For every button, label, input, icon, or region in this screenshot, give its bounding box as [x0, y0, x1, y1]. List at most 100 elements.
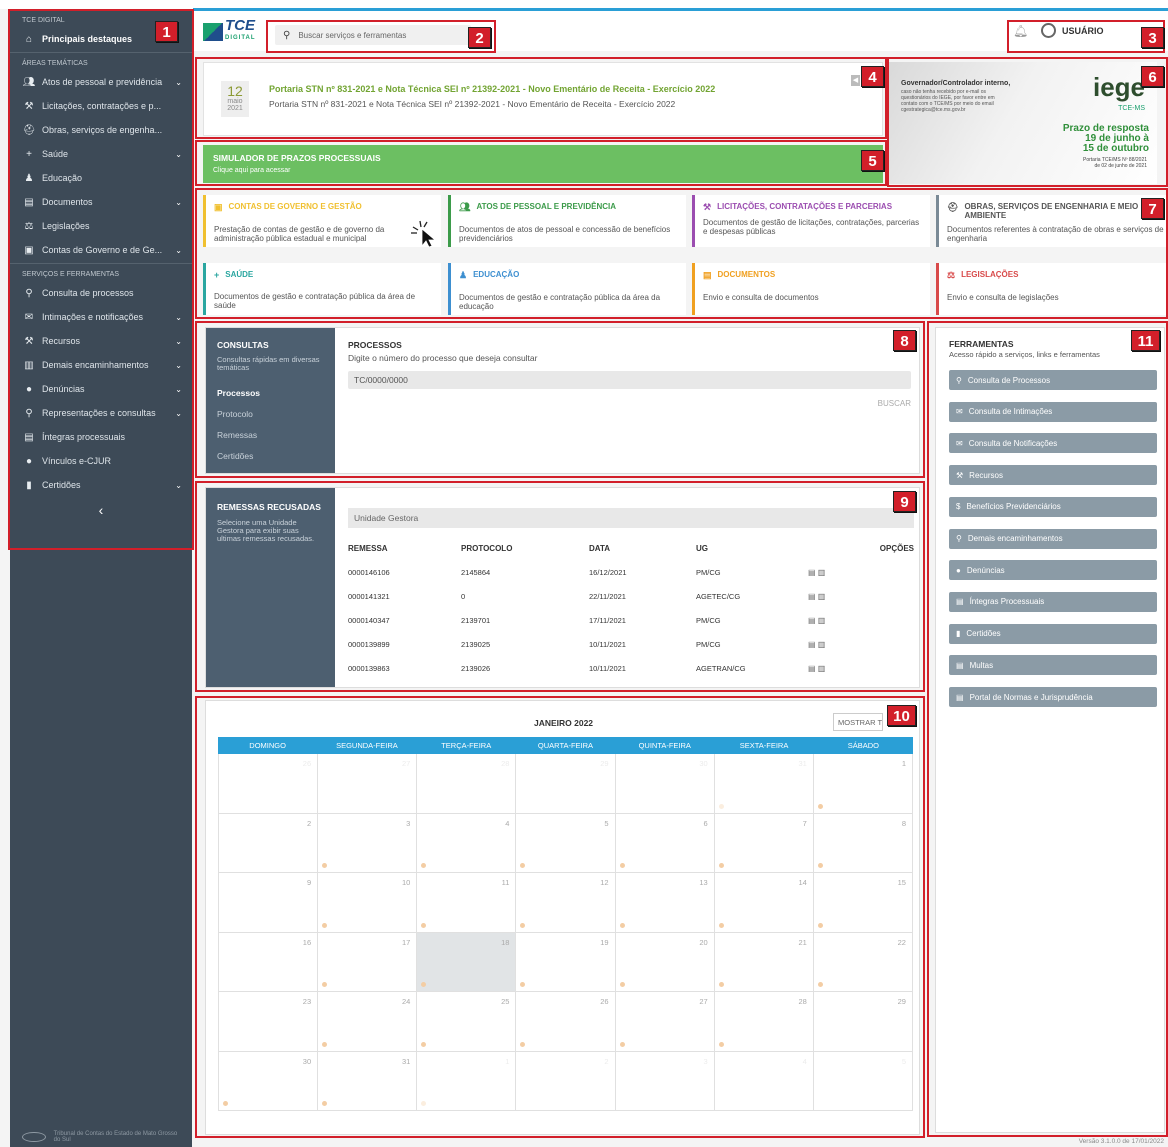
- calendar-day[interactable]: 4: [714, 1051, 814, 1111]
- calendar-day[interactable]: 27: [318, 754, 418, 814]
- calendar-day[interactable]: 23: [219, 992, 319, 1052]
- consultas-link-certidoes[interactable]: Certidões: [217, 451, 324, 461]
- tool-button-5[interactable]: ⚲ Demais encaminhamentos: [949, 528, 1157, 549]
- user-menu[interactable]: USUÁRIO: [1041, 23, 1104, 38]
- calendar-day[interactable]: 25: [417, 992, 517, 1052]
- calendar-day[interactable]: 10: [318, 873, 418, 933]
- copy-document-icon[interactable]: ▥: [818, 568, 826, 577]
- consultas-link-processos[interactable]: Processos: [217, 388, 324, 398]
- calendar-day[interactable]: 24: [318, 992, 418, 1052]
- sidebar-item-service-6[interactable]: ▤ Íntegras processuais: [10, 425, 192, 449]
- calendar-day[interactable]: 4: [417, 813, 517, 873]
- tool-button-8[interactable]: ▮ Certidões: [949, 623, 1157, 644]
- calendar-day[interactable]: 5: [813, 1051, 913, 1111]
- calendar-day[interactable]: 14: [714, 873, 814, 933]
- mostrar-button[interactable]: MOSTRAR T: [833, 713, 883, 731]
- sidebar-item-area-6[interactable]: ⚖︎ Legislações: [10, 214, 192, 238]
- unidade-gestora-select[interactable]: Unidade Gestora: [348, 508, 914, 528]
- calendar-day[interactable]: 21: [714, 932, 814, 992]
- tool-button-7[interactable]: ▤ Íntegras Processuais: [949, 591, 1157, 612]
- theme-tile-4[interactable]: + SAÚDE Documentos de gestão e contratação…: [203, 263, 441, 315]
- calendar-day[interactable]: 19: [516, 932, 616, 992]
- sidebar-item-area-4[interactable]: ♟ Educação: [10, 166, 192, 190]
- sidebar-item-service-4[interactable]: ● Denúncias ⌄: [10, 377, 192, 401]
- view-document-icon[interactable]: ▤: [808, 640, 818, 649]
- simulador-prazos-button[interactable]: SIMULADOR DE PRAZOS PROCESSUAIS Clique a…: [203, 145, 883, 183]
- tool-button-4[interactable]: $ Benefícios Previdenciários: [949, 496, 1157, 517]
- bell-icon[interactable]: 🔔︎: [1013, 24, 1028, 38]
- tool-button-6[interactable]: ● Denúncias: [949, 560, 1157, 581]
- buscar-button[interactable]: BUSCAR: [878, 399, 911, 408]
- calendar-day[interactable]: 20: [615, 932, 715, 992]
- view-document-icon[interactable]: ▤: [808, 568, 818, 577]
- theme-tile-5[interactable]: ♟ EDUCAÇÃO Documentos de gestão e contrata…: [448, 263, 686, 315]
- sidebar-item-area-2[interactable]: ⛑︎ Obras, serviços de engenha...: [10, 118, 192, 142]
- calendar-day[interactable]: 22: [813, 932, 913, 992]
- calendar-day[interactable]: 1: [813, 754, 913, 814]
- theme-tile-0[interactable]: ▣ CONTAS DE GOVERNO E GESTÃO Prestação de …: [203, 195, 441, 247]
- calendar-day[interactable]: 2: [516, 1051, 616, 1111]
- sidebar-item-area-7[interactable]: ▣ Contas de Governo e de Ge... ⌄: [10, 238, 192, 262]
- copy-document-icon[interactable]: ▥: [818, 616, 826, 625]
- news-prev-arrow[interactable]: ◀: [851, 75, 860, 86]
- calendar-day[interactable]: 15: [813, 873, 913, 933]
- calendar-day[interactable]: 17: [318, 932, 418, 992]
- calendar-day[interactable]: 3: [318, 813, 418, 873]
- calendar-day[interactable]: 9: [219, 873, 319, 933]
- calendar-day[interactable]: 5: [516, 813, 616, 873]
- calendar-day[interactable]: 30: [219, 1051, 319, 1111]
- view-document-icon[interactable]: ▤: [808, 616, 818, 625]
- sidebar-item-service-5[interactable]: ⚲ Representações e consultas ⌄: [10, 401, 192, 425]
- collapse-sidebar-button[interactable]: ‹: [10, 497, 192, 523]
- calendar-day[interactable]: 28: [417, 754, 517, 814]
- sidebar-item-area-5[interactable]: ▤ Documentos ⌄: [10, 190, 192, 214]
- consultas-link-protocolo[interactable]: Protocolo: [217, 409, 324, 419]
- sidebar-item-area-1[interactable]: ⚒ Licitações, contratações e p...: [10, 94, 192, 118]
- news-title[interactable]: Portaria STN nº 831-2021 e Nota Técnica …: [269, 84, 715, 94]
- calendar-day[interactable]: 3: [615, 1051, 715, 1111]
- copy-document-icon[interactable]: ▥: [818, 640, 826, 649]
- calendar-day[interactable]: 1: [417, 1051, 517, 1111]
- theme-tile-2[interactable]: ⚒ LICITAÇÕES, CONTRATAÇÕES E PARCERIAS Doc…: [692, 195, 930, 247]
- theme-tile-3[interactable]: ⛑︎ OBRAS, SERVIÇOS DE ENGENHARIA E MEIO A…: [936, 195, 1168, 247]
- calendar-day[interactable]: 31: [714, 754, 814, 814]
- sidebar-item-service-8[interactable]: ▮ Certidões ⌄: [10, 473, 192, 497]
- tool-button-1[interactable]: ✉︎ Consulta de Intimações: [949, 401, 1157, 422]
- tool-button-3[interactable]: ⚒ Recursos: [949, 465, 1157, 486]
- view-document-icon[interactable]: ▤: [808, 592, 818, 601]
- copy-document-icon[interactable]: ▥: [818, 592, 826, 601]
- calendar-day[interactable]: 27: [615, 992, 715, 1052]
- calendar-day[interactable]: 29: [813, 992, 913, 1052]
- calendar-day[interactable]: 8: [813, 813, 913, 873]
- processo-number-input[interactable]: TC/0000/0000: [348, 371, 911, 389]
- tool-button-9[interactable]: ▤ Multas: [949, 655, 1157, 676]
- calendar-day[interactable]: 6: [615, 813, 715, 873]
- sidebar-item-service-3[interactable]: ▥ Demais encaminhamentos ⌄: [10, 353, 192, 377]
- view-document-icon[interactable]: ▤: [808, 664, 818, 673]
- search-input[interactable]: ⚲ Buscar serviços e ferramentas: [275, 25, 471, 45]
- calendar-day[interactable]: 28: [714, 992, 814, 1052]
- calendar-day[interactable]: 30: [615, 754, 715, 814]
- calendar-day[interactable]: 26: [219, 754, 319, 814]
- tool-button-2[interactable]: ✉︎ Consulta de Notificações: [949, 433, 1157, 454]
- sidebar-item-area-0[interactable]: 👥︎ Atos de pessoal e previdência ⌄: [10, 70, 192, 94]
- calendar-day[interactable]: 13: [615, 873, 715, 933]
- calendar-day[interactable]: 26: [516, 992, 616, 1052]
- calendar-day[interactable]: 29: [516, 754, 616, 814]
- sidebar-item-service-1[interactable]: ✉︎ Intimações e notificações ⌄: [10, 305, 192, 329]
- calendar-day[interactable]: 16: [219, 932, 319, 992]
- calendar-day[interactable]: 7: [714, 813, 814, 873]
- sidebar-item-service-2[interactable]: ⚒ Recursos ⌄: [10, 329, 192, 353]
- calendar-day[interactable]: 18: [417, 932, 517, 992]
- tool-button-10[interactable]: ▤ Portal de Normas e Jurisprudência: [949, 687, 1157, 707]
- consultas-link-remessas[interactable]: Remessas: [217, 430, 324, 440]
- calendar-day[interactable]: 12: [516, 873, 616, 933]
- sidebar-item-area-3[interactable]: + Saúde ⌄: [10, 142, 192, 166]
- tce-digital-logo[interactable]: TCE DIGITAL: [203, 18, 256, 44]
- calendar-day[interactable]: 31: [318, 1051, 418, 1111]
- copy-document-icon[interactable]: ▥: [818, 664, 826, 673]
- iege-banner[interactable]: Governador/Controlador interno, caso não…: [889, 62, 1157, 184]
- calendar-day[interactable]: 2: [219, 813, 319, 873]
- calendar-day[interactable]: 11: [417, 873, 517, 933]
- theme-tile-6[interactable]: ▤ DOCUMENTOS Envio e consulta de documento…: [692, 263, 930, 315]
